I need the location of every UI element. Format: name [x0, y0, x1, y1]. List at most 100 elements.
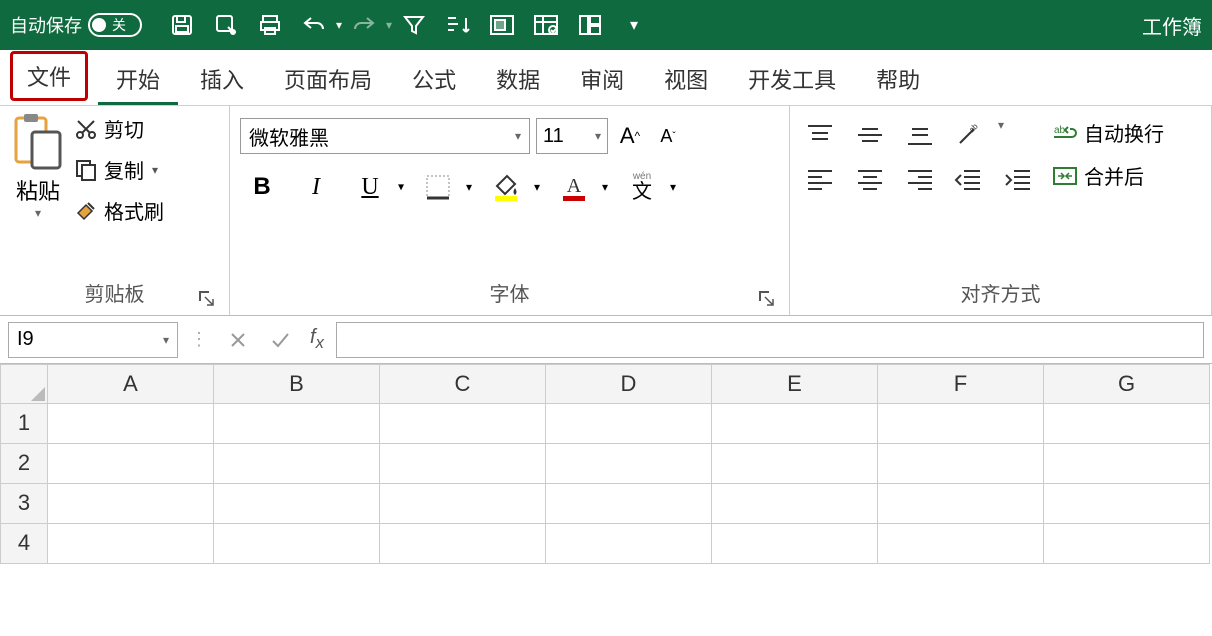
italic-button[interactable]: I — [294, 168, 338, 206]
increase-indent-icon[interactable] — [998, 162, 1038, 196]
cell[interactable] — [1044, 404, 1210, 444]
font-size-select[interactable]: 11 ▾ — [536, 118, 608, 154]
column-header[interactable]: F — [878, 364, 1044, 404]
cell[interactable] — [214, 484, 380, 524]
cell[interactable] — [546, 484, 712, 524]
chevron-down-icon[interactable]: ▾ — [602, 180, 608, 194]
sort-icon[interactable] — [438, 5, 478, 45]
cell[interactable] — [712, 444, 878, 484]
format-painter-button[interactable]: 格式刷 — [72, 194, 166, 227]
tab-file[interactable]: 文件 — [10, 51, 88, 101]
align-top-icon[interactable] — [800, 118, 840, 152]
cell[interactable] — [48, 524, 214, 564]
tab-data[interactable]: 数据 — [478, 53, 558, 105]
tab-formula[interactable]: 公式 — [394, 53, 474, 105]
cell[interactable] — [48, 404, 214, 444]
tab-page-layout[interactable]: 页面布局 — [266, 53, 390, 105]
cell[interactable] — [380, 484, 546, 524]
chevron-down-icon[interactable]: ▾ — [998, 118, 1004, 152]
align-bottom-icon[interactable] — [900, 118, 940, 152]
cell[interactable] — [214, 404, 380, 444]
chevron-down-icon[interactable]: ▾ — [534, 180, 540, 194]
enter-formula-icon[interactable] — [262, 322, 298, 358]
cell[interactable] — [878, 484, 1044, 524]
increase-font-icon[interactable]: A^ — [614, 120, 646, 152]
table-icon[interactable] — [526, 5, 566, 45]
fill-color-button[interactable]: ▾ — [484, 168, 528, 206]
paste-icon[interactable] — [10, 112, 66, 172]
row-header[interactable]: 4 — [0, 524, 48, 564]
cell[interactable] — [214, 444, 380, 484]
row-header[interactable]: 2 — [0, 444, 48, 484]
tab-home[interactable]: 开始 — [98, 53, 178, 105]
paste-label[interactable]: 粘贴 — [16, 174, 60, 206]
underline-button[interactable]: U▾ — [348, 168, 392, 206]
font-dialog-launcher-icon[interactable] — [757, 289, 775, 307]
paste-dropdown-icon[interactable]: ▾ — [35, 206, 41, 220]
copy-button[interactable]: 复制 ▾ — [72, 153, 166, 186]
redo-icon[interactable] — [344, 5, 384, 45]
cell[interactable] — [1044, 444, 1210, 484]
undo-icon[interactable] — [294, 5, 334, 45]
save-icon[interactable] — [162, 5, 202, 45]
tab-view[interactable]: 视图 — [646, 53, 726, 105]
cell[interactable] — [546, 524, 712, 564]
autosave-toggle[interactable]: 关 — [88, 13, 142, 37]
tab-review[interactable]: 审阅 — [562, 53, 642, 105]
bold-button[interactable]: B — [240, 168, 284, 206]
font-name-select[interactable]: 微软雅黑 ▾ — [240, 118, 530, 154]
column-header[interactable]: E — [712, 364, 878, 404]
copy-dropdown-icon[interactable]: ▾ — [152, 163, 158, 177]
cell[interactable] — [1044, 524, 1210, 564]
layout-icon[interactable] — [570, 5, 610, 45]
cell[interactable] — [546, 404, 712, 444]
cell[interactable] — [1044, 484, 1210, 524]
cell[interactable] — [48, 444, 214, 484]
print-icon[interactable] — [250, 5, 290, 45]
orientation-icon[interactable]: ab — [948, 118, 988, 152]
column-header[interactable]: C — [380, 364, 546, 404]
name-box[interactable]: I9 ▾ — [8, 322, 178, 358]
filter-icon[interactable] — [394, 5, 434, 45]
save-as-icon[interactable] — [206, 5, 246, 45]
cell[interactable] — [712, 524, 878, 564]
cell[interactable] — [878, 444, 1044, 484]
tab-help[interactable]: 帮助 — [858, 53, 938, 105]
cell[interactable] — [546, 444, 712, 484]
cell[interactable] — [48, 484, 214, 524]
align-left-icon[interactable] — [800, 162, 840, 196]
cell[interactable] — [712, 484, 878, 524]
border-button[interactable]: ▾ — [416, 168, 460, 206]
merge-center-button[interactable]: 合并后 — [1052, 161, 1164, 190]
select-all-corner[interactable] — [0, 364, 48, 404]
chevron-down-icon[interactable]: ▾ — [466, 180, 472, 194]
decrease-font-icon[interactable]: Aˇ — [652, 120, 684, 152]
phonetic-button[interactable]: wén 文 ▾ — [620, 168, 664, 206]
cell[interactable] — [214, 524, 380, 564]
cancel-formula-icon[interactable] — [220, 322, 256, 358]
cut-button[interactable]: 剪切 — [72, 112, 166, 145]
tab-insert[interactable]: 插入 — [182, 53, 262, 105]
cell[interactable] — [380, 524, 546, 564]
row-header[interactable]: 1 — [0, 404, 48, 444]
redo-dropdown-icon[interactable]: ▾ — [386, 18, 392, 32]
cell[interactable] — [878, 404, 1044, 444]
undo-dropdown-icon[interactable]: ▾ — [336, 18, 342, 32]
fx-icon[interactable]: fx — [304, 326, 330, 353]
chevron-down-icon[interactable]: ▾ — [670, 181, 676, 193]
align-middle-icon[interactable] — [850, 118, 890, 152]
align-right-icon[interactable] — [900, 162, 940, 196]
tab-developer[interactable]: 开发工具 — [730, 53, 854, 105]
chevron-down-icon[interactable]: ▾ — [398, 180, 404, 195]
font-color-button[interactable]: A ▾ — [552, 168, 596, 206]
cell[interactable] — [878, 524, 1044, 564]
column-header[interactable]: B — [214, 364, 380, 404]
wrap-text-button[interactable]: ab 自动换行 — [1052, 118, 1164, 147]
decrease-indent-icon[interactable] — [948, 162, 988, 196]
clipboard-dialog-launcher-icon[interactable] — [197, 289, 215, 307]
column-header[interactable]: G — [1044, 364, 1210, 404]
qat-more-icon[interactable]: ▾ — [614, 5, 654, 45]
align-center-icon[interactable] — [850, 162, 890, 196]
row-header[interactable]: 3 — [0, 484, 48, 524]
cell[interactable] — [712, 404, 878, 444]
